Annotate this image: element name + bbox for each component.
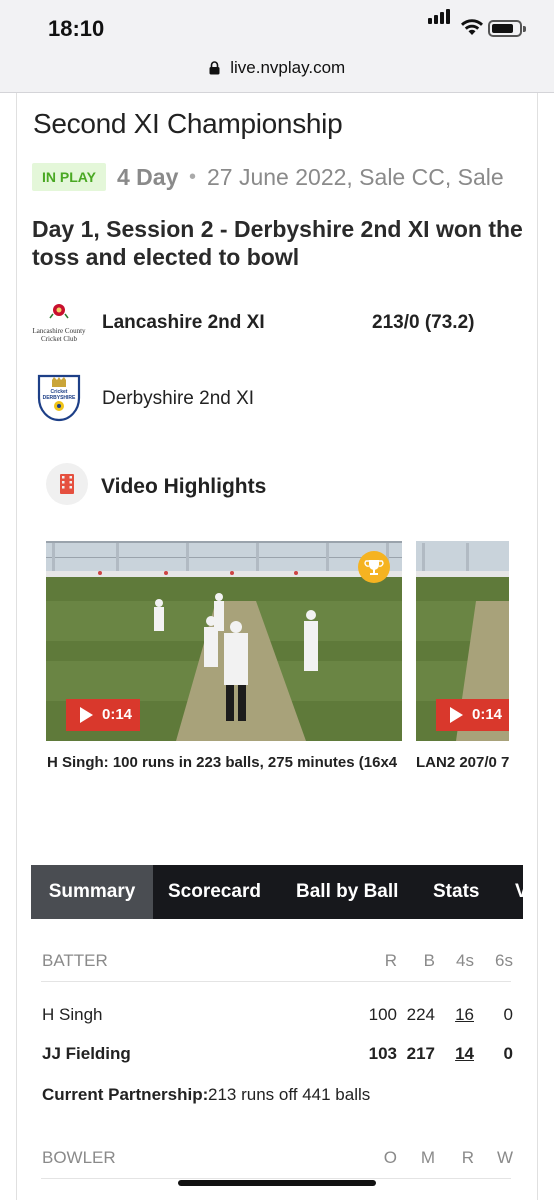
maidens-header: M bbox=[420, 1148, 435, 1167]
team-name-lancashire[interactable]: Lancashire 2nd XI bbox=[102, 312, 265, 334]
sixes-header: 6s bbox=[495, 951, 513, 970]
overs-header: O bbox=[383, 1148, 397, 1167]
rose-icon bbox=[49, 304, 69, 319]
video-card[interactable]: 0:14 bbox=[416, 541, 509, 741]
tab-stats[interactable]: Stats bbox=[433, 865, 479, 919]
video-highlights-icon-wrap bbox=[46, 463, 88, 505]
batter-runs: 100 bbox=[368, 1005, 397, 1024]
batter-balls: 224 bbox=[406, 1005, 435, 1024]
runs-header: R bbox=[384, 951, 397, 970]
date-venue: 27 June 2022, Sale CC, Sale bbox=[207, 164, 504, 190]
play-icon bbox=[80, 707, 93, 723]
status-time: 18:10 bbox=[48, 16, 105, 41]
partnership-label: Current Partnership: bbox=[42, 1085, 209, 1104]
in-play-badge: IN PLAY bbox=[32, 163, 106, 191]
url-text: live.nvplay.com bbox=[230, 58, 346, 77]
team-name-derbyshire[interactable]: Derbyshire 2nd XI bbox=[102, 388, 254, 410]
video-highlights-title: Video Highlights bbox=[101, 475, 267, 498]
wickets-header: W bbox=[496, 1148, 513, 1167]
lancashire-logo: Lancashire County Cricket Club bbox=[31, 300, 87, 344]
team-score-lancashire: 213/0 (73.2) bbox=[372, 312, 475, 333]
tab-more[interactable]: V bbox=[515, 865, 523, 919]
trophy-icon bbox=[358, 551, 390, 583]
bowler-header: BOWLER bbox=[42, 1148, 116, 1167]
address-bar[interactable]: live.nvplay.com bbox=[0, 50, 554, 93]
video-card[interactable]: 0:14 bbox=[46, 541, 402, 741]
video-caption[interactable]: LAN2 207/0 7 bbox=[416, 754, 509, 771]
meta-separator: • bbox=[189, 166, 197, 188]
video-duration: 0:14 bbox=[102, 706, 133, 723]
fours-header: 4s bbox=[456, 951, 474, 970]
logo-text-line: DERBYSHIRE bbox=[42, 395, 76, 401]
lock-icon bbox=[209, 61, 220, 75]
balls-header: B bbox=[423, 951, 435, 970]
logo-text-line: Cricket Club bbox=[41, 335, 77, 343]
play-icon bbox=[450, 707, 463, 723]
divider bbox=[41, 981, 511, 982]
batter-sixes: 0 bbox=[503, 1005, 513, 1024]
partnership-value: 213 runs off 441 balls bbox=[208, 1085, 371, 1104]
bowler-runs-header: R bbox=[461, 1148, 474, 1167]
competition-title: Second XI Championship bbox=[33, 108, 343, 139]
derbyshire-logo-text: Cricket DERBYSHIRE bbox=[37, 389, 81, 401]
lancashire-logo-text: Lancashire County Cricket Club bbox=[31, 327, 87, 343]
logo-text-line: Lancashire County bbox=[32, 327, 86, 335]
batter-sixes: 0 bbox=[503, 1044, 513, 1063]
home-indicator[interactable] bbox=[178, 1180, 376, 1186]
divider bbox=[41, 1178, 511, 1179]
batter-balls: 217 bbox=[406, 1044, 435, 1063]
batter-header: BATTER bbox=[42, 951, 108, 970]
video-duration: 0:14 bbox=[472, 706, 503, 723]
status-bar: 18:10 bbox=[0, 0, 554, 50]
trophy-glyph bbox=[364, 560, 384, 575]
batter-name[interactable]: H Singh bbox=[42, 1005, 102, 1025]
tab-ball-by-ball[interactable]: Ball by Ball bbox=[296, 865, 398, 919]
match-tabs: Summary Scorecard Ball by Ball Stats V bbox=[31, 865, 523, 919]
video-caption[interactable]: H Singh: 100 runs in 223 balls, 275 minu… bbox=[47, 754, 402, 771]
tab-scorecard[interactable]: Scorecard bbox=[168, 865, 261, 919]
film-icon bbox=[60, 474, 74, 494]
wifi-icon bbox=[461, 19, 483, 35]
video-play-button[interactable]: 0:14 bbox=[436, 699, 509, 731]
match-page: Second XI Championship IN PLAY 4 Day • 2… bbox=[16, 93, 538, 1200]
tab-summary[interactable]: Summary bbox=[31, 865, 153, 919]
match-format: 4 Day bbox=[117, 164, 179, 190]
batter-name[interactable]: JJ Fielding bbox=[42, 1044, 131, 1064]
battery-icon bbox=[488, 20, 526, 37]
batter-runs: 103 bbox=[368, 1044, 397, 1063]
batter-fours[interactable]: 14 bbox=[434, 1044, 474, 1064]
video-play-button[interactable]: 0:14 bbox=[66, 699, 140, 731]
batter-fours[interactable]: 16 bbox=[434, 1005, 474, 1025]
session-status: Day 1, Session 2 - Derbyshire 2nd XI won… bbox=[32, 216, 523, 270]
derbyshire-logo: Cricket DERBYSHIRE bbox=[37, 372, 81, 429]
